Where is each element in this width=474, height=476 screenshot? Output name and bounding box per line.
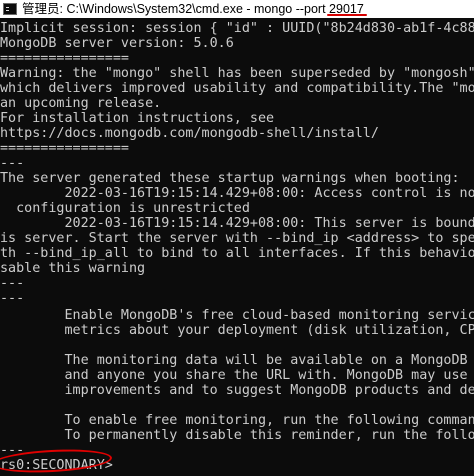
console-line: MongoDB server version: 5.0.6 — [0, 36, 234, 51]
console-line: For installation instructions, see — [0, 111, 275, 126]
console-line: Implicit session: session { "id" : UUID(… — [0, 21, 474, 36]
console-line: --- — [0, 276, 25, 291]
console-line: is server. Start the server with --bind_… — [0, 231, 474, 246]
console-line: To enable free monitoring, run the follo… — [0, 413, 474, 428]
console-line: The monitoring data will be available on… — [0, 353, 474, 368]
window-title: 管理员: C:\Windows\System32\cmd.exe - mongo… — [22, 0, 367, 18]
console-line: --- — [0, 156, 25, 171]
window-title-port: 29017 — [327, 2, 367, 16]
console-line: which delivers improved usability and co… — [0, 81, 474, 96]
title-bar[interactable]: 管理员: C:\Windows\System32\cmd.exe - mongo… — [0, 0, 474, 18]
shell-prompt[interactable]: rs0:SECONDARY> — [0, 458, 113, 473]
console-line: metrics about your deployment (disk util… — [0, 323, 474, 338]
console-line: To permanently disable this reminder, ru… — [0, 428, 474, 443]
console-line: The server generated these startup warni… — [0, 171, 460, 186]
window-title-prefix: 管理员: C:\Windows\System32\cmd.exe - mongo… — [22, 2, 330, 16]
console-line: Enable MongoDB's free cloud-based monito… — [0, 308, 474, 323]
console-output[interactable]: Implicit session: session { "id" : UUID(… — [0, 19, 474, 476]
console-line: --- — [0, 443, 25, 458]
console-line: https://docs.mongodb.com/mongodb-shell/i… — [0, 126, 379, 141]
console-line: ================ — [0, 141, 129, 156]
console-line: 2022-03-16T19:15:14.429+08:00: This serv… — [0, 216, 474, 231]
port-highlight-underline — [327, 14, 367, 16]
console-line: improvements and to suggest MongoDB prod… — [0, 383, 474, 398]
cmd-window: 管理员: C:\Windows\System32\cmd.exe - mongo… — [0, 0, 474, 476]
console-line: --- — [0, 291, 25, 306]
console-icon — [3, 3, 17, 15]
console-line: ================ — [0, 51, 129, 66]
console-line: 2022-03-16T19:15:14.429+08:00: Access co… — [0, 186, 474, 201]
console-line: configuration is unrestricted — [0, 201, 250, 216]
console-line: Warning: the "mongo" shell has been supe… — [0, 66, 474, 81]
console-line: an upcoming release. — [0, 96, 162, 111]
console-line: th --bind_ip_all to bind to all interfac… — [0, 246, 474, 261]
console-line: and anyone you share the URL with. Mongo… — [0, 368, 474, 383]
console-line: sable this warning — [0, 261, 146, 276]
